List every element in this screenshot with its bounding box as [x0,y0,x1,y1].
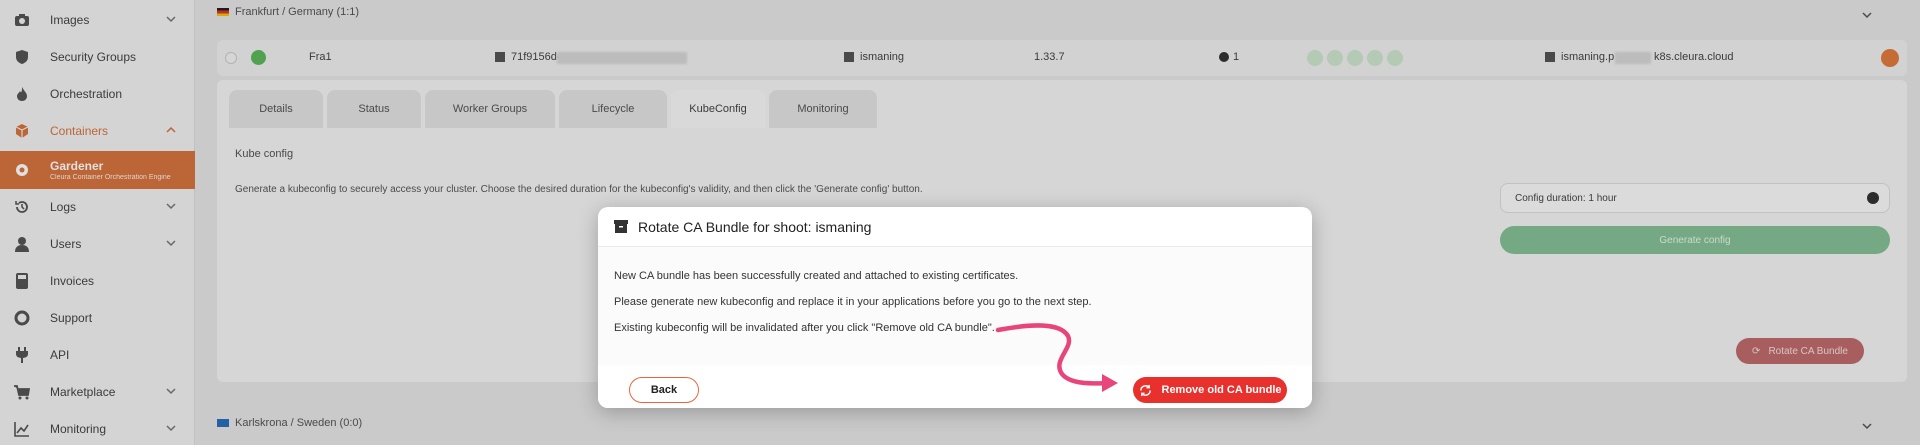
modal-message-line2: Please generate new kubeconfig and repla… [614,296,1092,308]
back-button[interactable]: Back [629,377,699,403]
modal-footer: Back Remove old CA bundle [598,365,1312,408]
modal-body: New CA bundle has been successfully crea… [598,247,1312,365]
modal-message-line1: New CA bundle has been successfully crea… [614,270,1019,282]
rotate-ca-modal: Rotate CA Bundle for shoot: ismaning New… [598,207,1312,408]
archive-icon [614,220,628,233]
remove-old-ca-bundle-label: Remove old CA bundle [1161,384,1282,396]
remove-old-ca-bundle-button[interactable]: Remove old CA bundle [1133,377,1287,403]
modal-message-line3: Existing kubeconfig will be invalidated … [614,322,995,334]
refresh-icon [1139,384,1151,396]
modal-header: Rotate CA Bundle for shoot: ismaning [598,207,1312,247]
modal-title: Rotate CA Bundle for shoot: ismaning [638,218,872,235]
